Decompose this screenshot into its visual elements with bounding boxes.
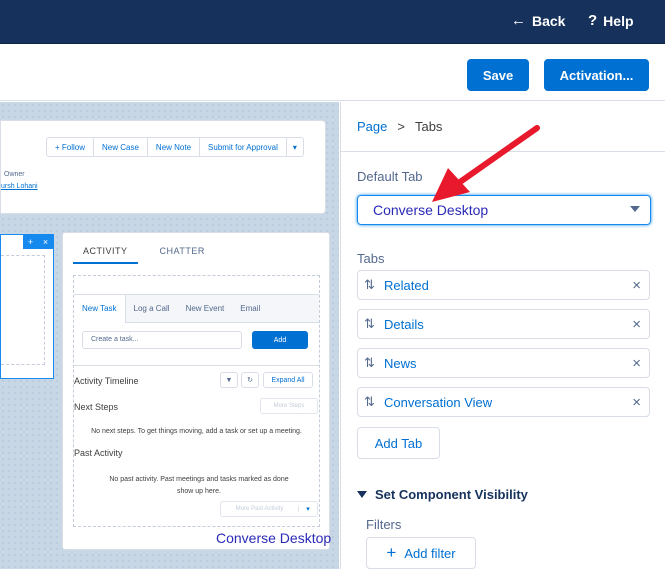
chevron-down-icon[interactable]: ▾ xyxy=(299,505,317,513)
activity-publisher: New Task Log a Call New Event Email Crea… xyxy=(74,294,319,366)
new-note-button[interactable]: New Note xyxy=(146,137,201,157)
tab-activity[interactable]: ACTIVITY xyxy=(73,241,138,264)
more-actions-button[interactable]: ▾ xyxy=(285,137,304,157)
caret-down-icon xyxy=(630,206,640,212)
owner-label: Owner xyxy=(4,171,25,178)
canvas-caption: Converse Desktop xyxy=(216,530,332,546)
builder-header: ← Back ? Help xyxy=(0,0,665,44)
add-task-button[interactable]: Add xyxy=(252,331,308,349)
tab-item-related[interactable]: ⇅ Related × xyxy=(357,270,650,300)
chevron-down-icon xyxy=(357,491,367,498)
reorder-icon[interactable]: ⇅ xyxy=(364,316,375,332)
activation-button[interactable]: Activation... xyxy=(544,59,649,91)
component-controls: + × xyxy=(23,235,53,249)
refresh-icon: ↻ xyxy=(247,377,253,384)
arrow-left-icon: ← xyxy=(511,12,526,29)
default-tab-select[interactable]: Converse Desktop xyxy=(357,195,651,225)
tab-item-details[interactable]: ⇅ Details × xyxy=(357,309,650,339)
tab-new-task[interactable]: New Task xyxy=(74,295,126,323)
visibility-section-toggle[interactable]: Set Component Visibility xyxy=(357,487,528,502)
tab-email[interactable]: Email xyxy=(232,295,268,323)
tab-new-event[interactable]: New Event xyxy=(178,295,233,323)
no-next-steps-text: No next steps. To get things moving, add… xyxy=(91,428,302,435)
tab-item-label[interactable]: Related xyxy=(384,278,429,293)
activity-body: New Task Log a Call New Event Email Crea… xyxy=(73,275,320,527)
page-canvas[interactable]: + Follow New Case New Note Submit for Ap… xyxy=(0,102,339,569)
more-past-activity-button[interactable]: More Past Activity ▾ xyxy=(220,501,318,517)
owner-link[interactable]: ursh Lohani xyxy=(1,183,38,190)
close-icon[interactable]: × xyxy=(632,355,641,372)
filter-icon: ▼ xyxy=(225,376,233,384)
refresh-button[interactable]: ↻ xyxy=(241,372,259,388)
help-button[interactable]: ? Help xyxy=(588,12,634,29)
next-steps-heading: Next Steps xyxy=(74,402,119,412)
activity-timeline-title: Activity Timeline xyxy=(74,376,139,386)
left-component[interactable]: + × xyxy=(0,234,54,379)
question-icon: ? xyxy=(588,12,598,29)
record-header-card[interactable]: + Follow New Case New Note Submit for Ap… xyxy=(0,120,326,214)
add-icon[interactable]: + xyxy=(28,237,33,247)
default-tab-value: Converse Desktop xyxy=(373,202,489,218)
activity-tabs: ACTIVITY CHATTER xyxy=(73,241,205,264)
reorder-icon[interactable]: ⇅ xyxy=(364,277,375,293)
builder-toolbar: Save Activation... xyxy=(0,44,665,101)
no-past-activity-text: No past activity. Past meetings and task… xyxy=(109,476,289,495)
back-label: Back xyxy=(532,12,566,29)
help-label: Help xyxy=(603,12,634,29)
close-icon[interactable]: × xyxy=(632,316,641,333)
submit-approval-button[interactable]: Submit for Approval xyxy=(199,137,287,157)
default-tab-label: Default Tab xyxy=(357,169,423,184)
new-case-button[interactable]: New Case xyxy=(93,137,148,157)
add-tab-button[interactable]: Add Tab xyxy=(357,427,440,459)
divider xyxy=(341,151,665,152)
create-task-input[interactable]: Create a task... xyxy=(82,331,242,349)
tab-item-label[interactable]: Details xyxy=(384,317,424,332)
close-icon[interactable]: × xyxy=(632,277,641,294)
component-dropzone xyxy=(1,255,45,365)
visibility-section-title: Set Component Visibility xyxy=(375,487,528,502)
breadcrumb-separator: > xyxy=(397,119,405,134)
tab-item-news[interactable]: ⇅ News × xyxy=(357,348,650,378)
back-button[interactable]: ← Back xyxy=(511,12,565,29)
reorder-icon[interactable]: ⇅ xyxy=(364,355,375,371)
tab-log-call[interactable]: Log a Call xyxy=(126,295,178,323)
add-filter-button[interactable]: + Add filter xyxy=(366,537,476,569)
close-icon[interactable]: × xyxy=(632,394,641,411)
tab-item-conversation-view[interactable]: ⇅ Conversation View × xyxy=(357,387,650,417)
past-activity-heading: Past Activity xyxy=(74,448,123,458)
reorder-icon[interactable]: ⇅ xyxy=(364,394,375,410)
plus-icon: + xyxy=(386,543,397,562)
tab-item-label[interactable]: News xyxy=(384,356,417,371)
activity-component[interactable]: ACTIVITY CHATTER New Task Log a Call New… xyxy=(62,232,330,550)
filter-button[interactable]: ▼ xyxy=(220,372,238,388)
save-button[interactable]: Save xyxy=(467,59,529,91)
more-steps-button[interactable]: More Steps xyxy=(260,398,318,414)
publisher-tabs: New Task Log a Call New Event Email xyxy=(74,295,319,323)
chevron-down-icon: ▾ xyxy=(292,142,297,152)
expand-all-button[interactable]: Expand All xyxy=(263,372,313,388)
tabs-label: Tabs xyxy=(357,251,385,266)
more-past-label: More Past Activity xyxy=(221,506,299,512)
breadcrumb-page-link[interactable]: Page xyxy=(357,119,387,134)
properties-panel: Page > Tabs Default Tab Converse Desktop… xyxy=(340,102,665,569)
tab-chatter[interactable]: CHATTER xyxy=(160,241,205,264)
tab-item-label[interactable]: Conversation View xyxy=(384,395,492,410)
add-filter-label: Add filter xyxy=(404,545,456,561)
filters-label: Filters xyxy=(366,517,402,532)
follow-button[interactable]: + Follow xyxy=(46,137,95,157)
breadcrumb-current: Tabs xyxy=(414,119,443,134)
breadcrumb: Page > Tabs xyxy=(357,119,442,134)
header-action-group: + Follow New Case New Note Submit for Ap… xyxy=(46,137,304,157)
close-icon[interactable]: × xyxy=(43,237,48,247)
